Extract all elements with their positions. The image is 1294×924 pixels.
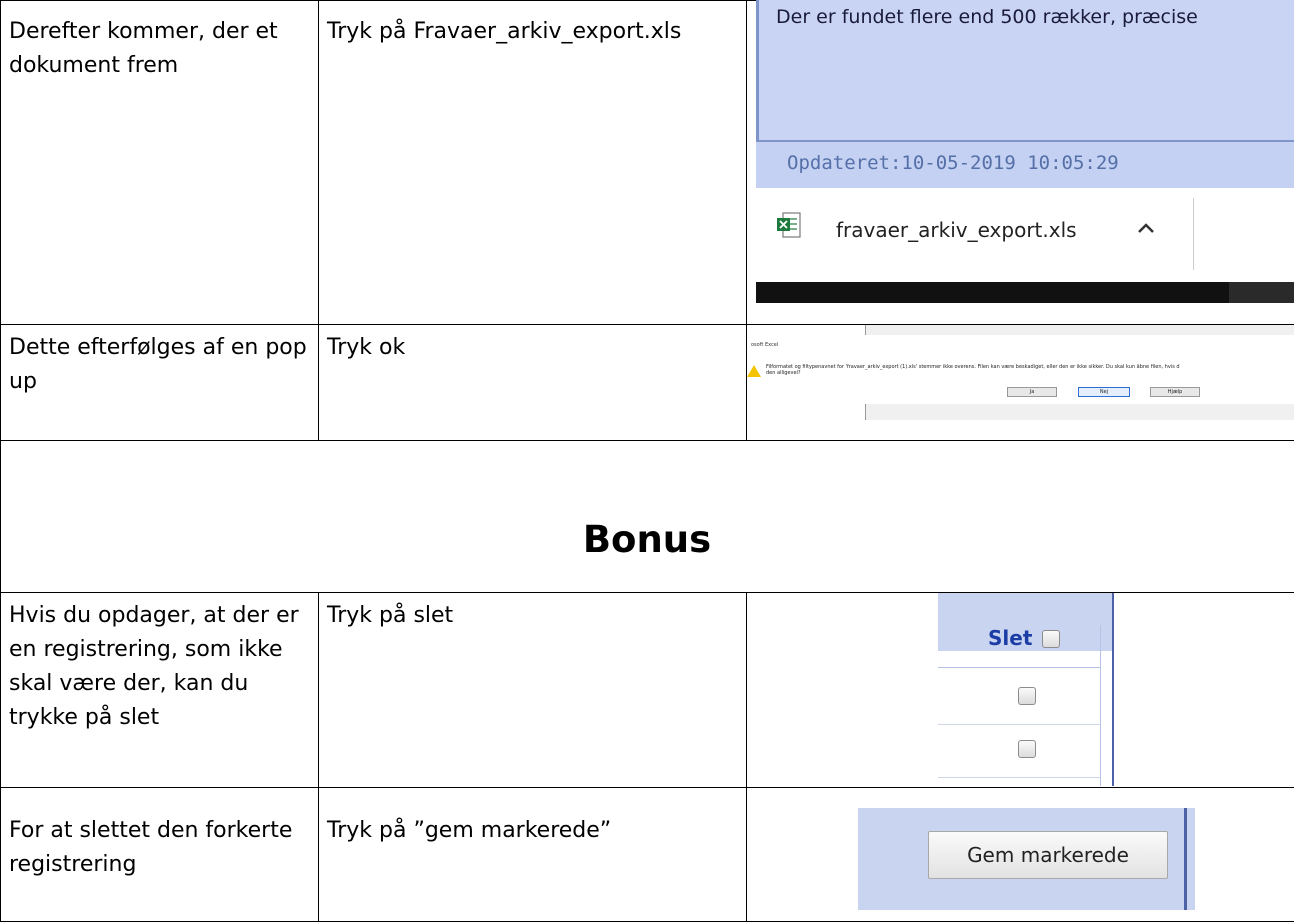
- table-row: [938, 777, 1100, 778]
- row-action: Tryk på ”gem markerede”: [327, 818, 612, 843]
- window-frame: [865, 404, 1294, 420]
- table-row: [938, 724, 1100, 725]
- result-panel: Der er fundet flere end 500 rækker, præc…: [756, 0, 1294, 142]
- divider: [1100, 625, 1101, 786]
- instruction-table: Derefter kommer, der et dokument frem Tr…: [0, 0, 1294, 924]
- row-action: Tryk ok: [327, 335, 406, 360]
- row-description: For at slettet den forkerte registrering: [9, 818, 293, 877]
- delete-column-screenshot: Slet: [938, 593, 1116, 786]
- table-border: [318, 0, 319, 441]
- bonus-heading: Bonus: [582, 518, 712, 561]
- download-file-name[interactable]: fravaer_arkiv_export.xls: [836, 218, 1077, 242]
- save-selection-screenshot: Gem markerede: [858, 808, 1195, 910]
- row-description: Hvis du opdager, at der er en registreri…: [9, 603, 299, 730]
- delete-checkbox[interactable]: [1018, 740, 1036, 758]
- table-border: [318, 592, 319, 922]
- warning-icon: [747, 365, 761, 377]
- download-bar-screenshot: Der er fundet flere end 500 rækker, præc…: [756, 0, 1294, 303]
- excel-file-icon[interactable]: [776, 212, 802, 240]
- updated-timestamp: Opdateret:10-05-2019 10:05:29: [787, 152, 1119, 174]
- dialog-title: osoft Excel: [751, 342, 779, 348]
- updated-bar: Opdateret:10-05-2019 10:05:29: [756, 142, 1294, 188]
- excel-dialog-screenshot: osoft Excel Filformatet og filtypenavnet…: [747, 325, 1294, 420]
- result-panel-text: Der er fundet flere end 500 rækker, præc…: [776, 6, 1198, 28]
- dialog-message: Filformatet og filtypenavnet for 'fravae…: [766, 364, 1291, 376]
- divider: [1193, 198, 1194, 270]
- row-action: Tryk på Fravaer_arkiv_export.xls: [327, 19, 682, 44]
- column-header: Slet: [938, 593, 1112, 651]
- chevron-up-icon[interactable]: [1136, 216, 1156, 240]
- dialog-top-strip: [747, 325, 1294, 341]
- divider: [1184, 808, 1187, 910]
- taskbar-button: [1229, 282, 1294, 303]
- row-action: Tryk på slet: [327, 603, 454, 628]
- table-border: [0, 921, 1294, 922]
- row-description: Derefter kommer, der et dokument frem: [9, 19, 278, 78]
- delete-checkbox[interactable]: [1018, 687, 1036, 705]
- dialog-message-line: den alligevel?: [766, 370, 801, 376]
- select-all-checkbox[interactable]: [1042, 630, 1060, 648]
- window-frame: [865, 325, 1294, 335]
- table-border: [0, 787, 1294, 788]
- table-border: [0, 0, 1, 922]
- yes-button[interactable]: Ja: [1007, 387, 1057, 397]
- download-bar: fravaer_arkiv_export.xls: [756, 188, 1294, 282]
- table-border: [746, 592, 747, 922]
- divider: [938, 667, 1100, 668]
- delete-column-label: Slet: [988, 626, 1033, 650]
- table-border: [0, 440, 1294, 441]
- taskbar: [756, 282, 1294, 303]
- save-selected-button[interactable]: Gem markerede: [928, 831, 1168, 879]
- row-description: Dette efterfølges af en pop up: [9, 335, 307, 394]
- divider: [1112, 593, 1114, 786]
- no-button[interactable]: Nej: [1078, 387, 1130, 397]
- help-button[interactable]: Hjælp: [1150, 387, 1200, 397]
